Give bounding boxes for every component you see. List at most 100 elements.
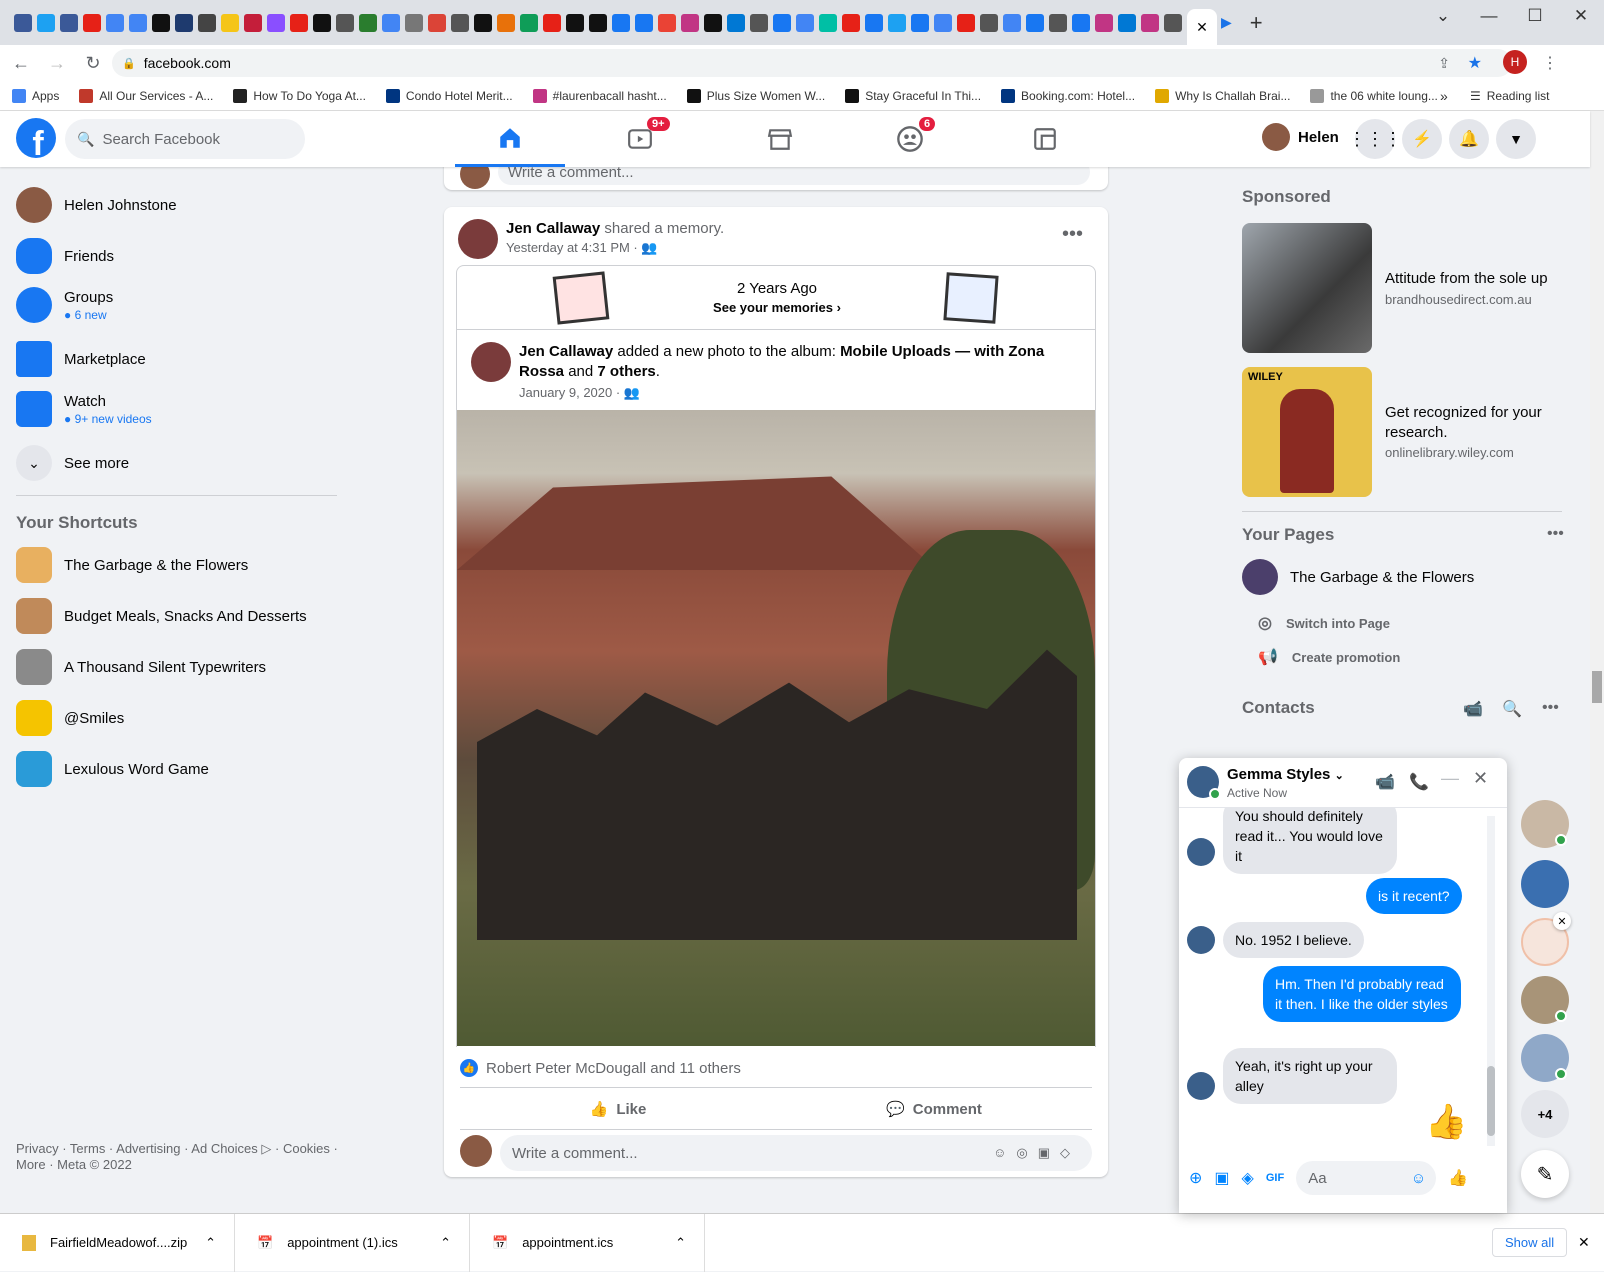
post-photo[interactable]: [457, 410, 1095, 1046]
bookmark-item[interactable]: All Our Services - A...: [79, 88, 213, 103]
shortcut-item[interactable]: The Garbage & the Flowers: [16, 547, 248, 583]
tab-favicon-icon[interactable]: [773, 13, 791, 32]
tab-favicon-icon[interactable]: [1141, 13, 1159, 32]
tab-scroll-right-icon[interactable]: ▶: [1221, 14, 1232, 31]
photo-icon[interactable]: ▣: [1214, 1168, 1229, 1188]
post-author-avatar[interactable]: [458, 219, 498, 259]
page-item[interactable]: The Garbage & the Flowers: [1242, 559, 1474, 595]
bookmark-item[interactable]: Plus Size Women W...: [686, 88, 825, 103]
chevron-up-icon[interactable]: ⌃: [205, 1235, 216, 1251]
tab-favicon-icon[interactable]: [888, 13, 906, 32]
minimize-chat-icon[interactable]: —: [1441, 768, 1459, 789]
chevron-up-icon[interactable]: ⌃: [440, 1235, 451, 1251]
chat-header[interactable]: Gemma Styles ⌄ Active Now 📹 📞 — ✕: [1179, 758, 1507, 808]
post-options-icon[interactable]: •••: [1062, 223, 1083, 246]
bookmark-item[interactable]: the 06 white loung...: [1310, 88, 1438, 103]
tab-favicon-icon[interactable]: [497, 13, 515, 32]
tab-favicon-icon[interactable]: [796, 13, 814, 32]
nav-home[interactable]: [455, 111, 565, 167]
footer-line-2[interactable]: More · Meta © 2022: [16, 1157, 338, 1173]
see-memories-link[interactable]: See your memories ›: [457, 300, 1097, 315]
tab-favicon-icon[interactable]: [727, 13, 745, 32]
chevron-up-icon[interactable]: ⌃: [675, 1235, 686, 1251]
sidebar-item-marketplace[interactable]: Marketplace: [16, 341, 146, 377]
tab-favicon-icon[interactable]: [957, 13, 975, 32]
search-input[interactable]: Search Facebook: [102, 131, 220, 148]
tab-favicon-icon[interactable]: [106, 13, 124, 32]
tab-favicon-icon[interactable]: [359, 13, 377, 32]
tab-favicon-icon[interactable]: [658, 13, 676, 32]
url-field[interactable]: 🔒 facebook.com ⇪ ★: [112, 49, 1512, 77]
close-downloads-icon[interactable]: ✕: [1578, 1234, 1590, 1251]
message-input[interactable]: Aa ☺: [1296, 1161, 1437, 1195]
bookmark-star-icon[interactable]: ★: [1468, 53, 1482, 73]
tab-favicon-icon[interactable]: [911, 13, 929, 32]
page-scrollbar[interactable]: [1590, 111, 1604, 1213]
tab-favicon-icon[interactable]: [1164, 13, 1182, 32]
shortcut-item[interactable]: A Thousand Silent Typewriters: [16, 649, 266, 685]
tab-favicon-icon[interactable]: [980, 13, 998, 32]
reading-list-button[interactable]: ☰ Reading list: [1470, 89, 1549, 103]
bookmark-item[interactable]: Condo Hotel Merit...: [385, 88, 513, 103]
more-bookmarks[interactable]: »: [1440, 88, 1448, 104]
new-room-icon[interactable]: 📹: [1463, 699, 1483, 719]
phone-call-icon[interactable]: 📞: [1409, 772, 1429, 792]
menu-button[interactable]: ⋮⋮⋮: [1348, 119, 1402, 159]
share-icon[interactable]: ⇪: [1438, 55, 1450, 72]
bookmark-item[interactable]: Why Is Challah Brai...: [1155, 88, 1290, 103]
add-more-icon[interactable]: ⊕: [1189, 1168, 1202, 1188]
active-tab[interactable]: ✕: [1187, 9, 1217, 45]
tab-search-icon[interactable]: ⌄: [1420, 0, 1466, 32]
tab-favicon-icon[interactable]: [543, 13, 561, 32]
tab-favicon-icon[interactable]: [336, 13, 354, 32]
send-like-icon[interactable]: 👍: [1448, 1168, 1468, 1188]
bookmark-item[interactable]: How To Do Yoga At...: [233, 88, 366, 103]
album-link[interactable]: Mobile Uploads — with: [840, 343, 1008, 360]
tab-favicon-icon[interactable]: [267, 13, 285, 32]
tab-favicon-icon[interactable]: [1049, 13, 1067, 32]
emoji-icon[interactable]: ☺: [1411, 1170, 1426, 1187]
contacts-search-icon[interactable]: 🔍: [1502, 699, 1522, 719]
chat-head-4[interactable]: [1521, 976, 1569, 1024]
tab-favicon-icon[interactable]: [428, 13, 446, 32]
download-item[interactable]: 📅 appointment (1).ics ⌃: [235, 1213, 470, 1272]
minimize-icon[interactable]: —: [1466, 0, 1512, 32]
switch-page-button[interactable]: ◎ Switch into Page: [1258, 613, 1390, 633]
maximize-icon[interactable]: ☐: [1512, 0, 1558, 32]
footer-line-1[interactable]: Privacy · Terms · Advertising · Ad Choic…: [16, 1141, 338, 1157]
notifications-button[interactable]: 🔔: [1449, 119, 1489, 159]
create-promotion-button[interactable]: 📢 Create promotion: [1258, 647, 1400, 667]
tab-favicon-icon[interactable]: [819, 13, 837, 32]
pages-options-icon[interactable]: •••: [1547, 525, 1564, 543]
forward-icon[interactable]: →: [42, 48, 72, 78]
shortcut-item[interactable]: Budget Meals, Snacks And Desserts: [16, 598, 307, 634]
close-chat-head-icon[interactable]: ✕: [1553, 912, 1571, 930]
nav-marketplace[interactable]: [725, 111, 835, 167]
video-call-icon[interactable]: 📹: [1375, 772, 1395, 792]
search-box[interactable]: 🔍 Search Facebook: [65, 119, 305, 159]
chat-head-5[interactable]: [1521, 1034, 1569, 1082]
show-all-button[interactable]: Show all: [1492, 1228, 1568, 1257]
chat-contact-name[interactable]: Gemma Styles ⌄: [1227, 766, 1344, 783]
tab-favicon-icon[interactable]: [451, 13, 469, 32]
download-item[interactable]: 📅 appointment.ics ⌃: [470, 1213, 705, 1272]
tab-favicon-icon[interactable]: [934, 13, 952, 32]
post-timestamp[interactable]: Yesterday at 4:31 PM ·: [506, 240, 641, 255]
tab-favicon-icon[interactable]: [60, 13, 78, 32]
tab-favicon-icon[interactable]: [198, 13, 216, 32]
post-author[interactable]: Jen Callaway: [506, 220, 600, 237]
sidebar-item-profile[interactable]: Helen Johnstone: [16, 187, 177, 223]
chat-head-2[interactable]: [1521, 860, 1569, 908]
bookmark-item[interactable]: Stay Graceful In Thi...: [845, 88, 981, 103]
scroll-thumb[interactable]: [1592, 671, 1602, 703]
reactions-count[interactable]: Robert Peter McDougall and 11 others: [486, 1060, 741, 1077]
messenger-button[interactable]: ⚡: [1402, 119, 1442, 159]
tab-favicon-icon[interactable]: [83, 13, 101, 32]
others-link[interactable]: 7 others: [597, 363, 655, 380]
reload-icon[interactable]: ↻: [78, 48, 108, 78]
sidebar-item-groups[interactable]: Groups ● 6 new: [16, 287, 113, 323]
footer-links[interactable]: Privacy · Terms · Advertising · Ad Choic…: [16, 1141, 338, 1173]
tab-favicon-icon[interactable]: [589, 13, 607, 32]
tab-favicon-icon[interactable]: [750, 13, 768, 32]
close-tab-icon[interactable]: ✕: [1196, 19, 1208, 36]
